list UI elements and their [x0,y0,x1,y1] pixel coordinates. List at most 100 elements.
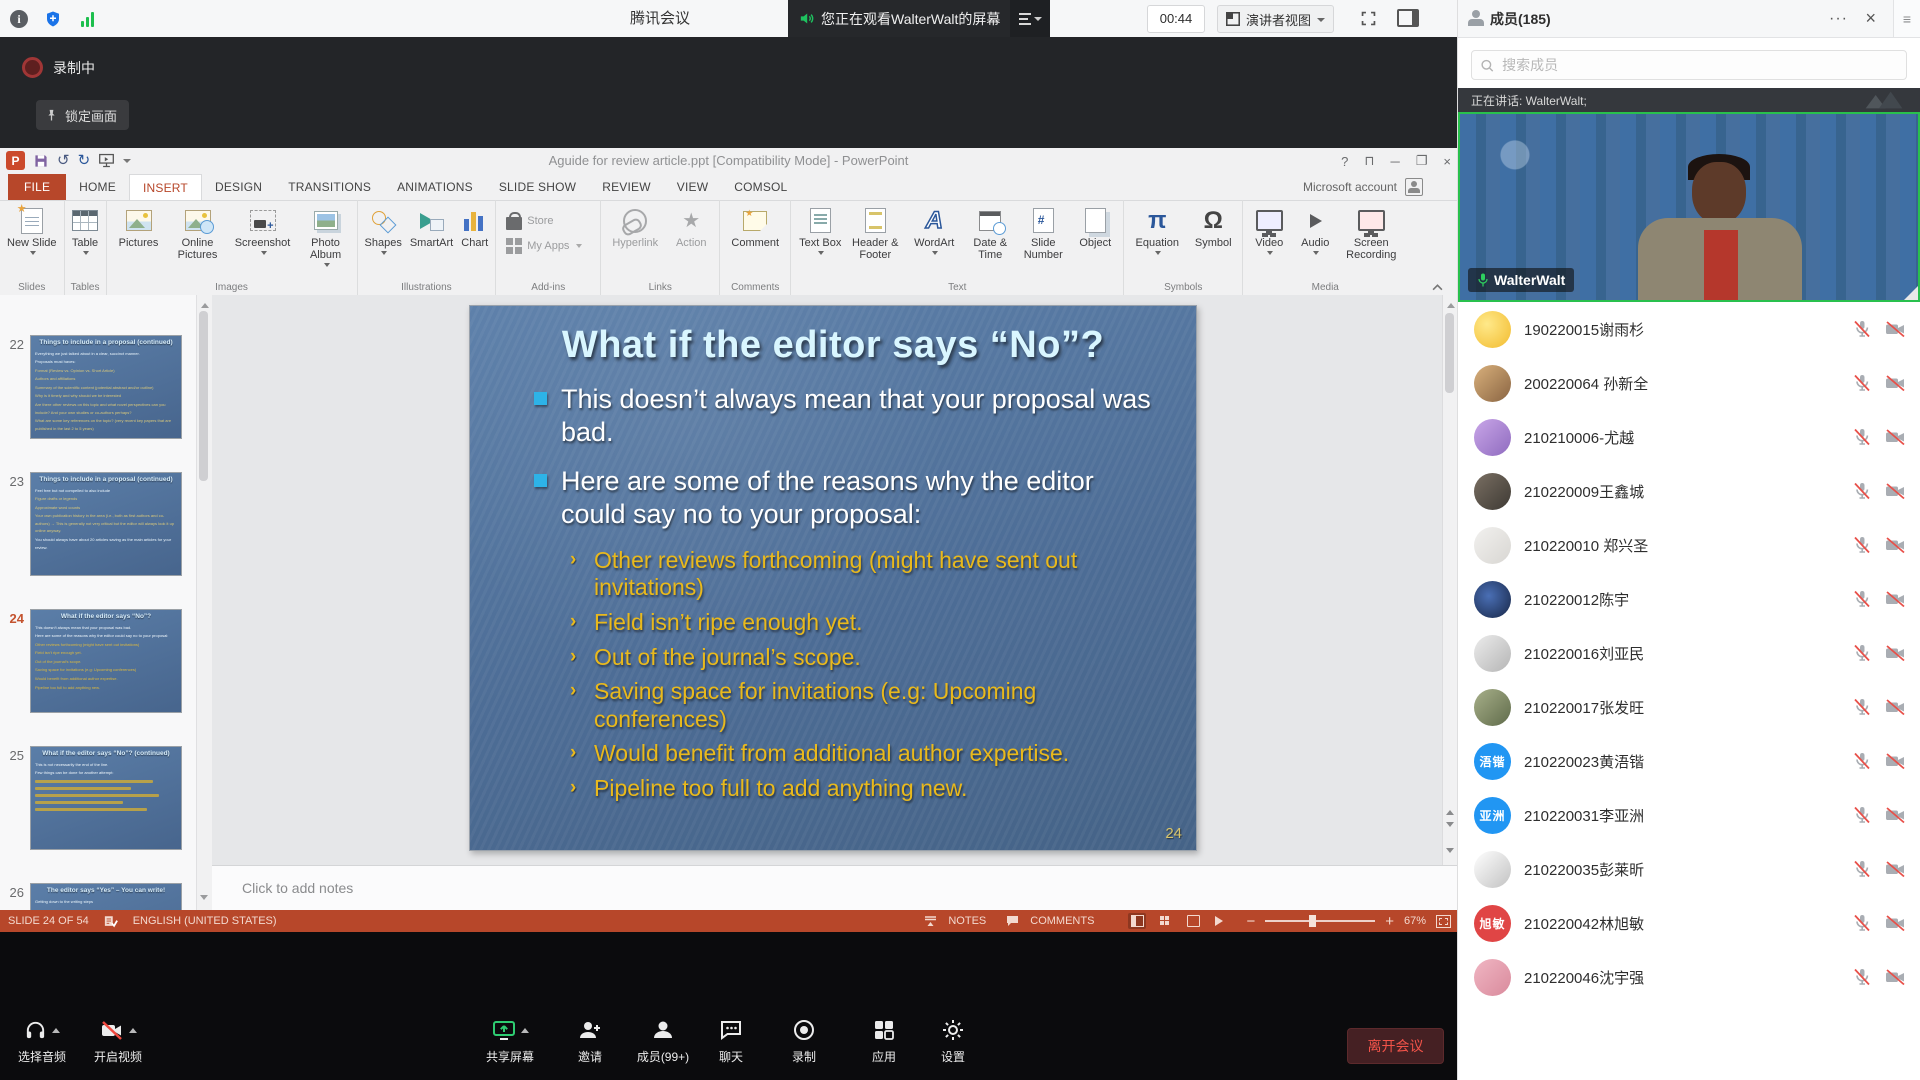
thumbnail-slide-25[interactable]: What if the editor says “No”? (continued… [30,746,182,850]
camera-off-icon[interactable] [1884,535,1906,555]
online-pictures-button[interactable]: Online Pictures [169,204,227,264]
tab-design[interactable]: DESIGN [202,174,275,200]
view-slide-sorter-button[interactable] [1156,913,1174,929]
mic-muted-icon[interactable] [1852,751,1872,771]
camera-off-icon[interactable] [1884,697,1906,717]
mic-muted-icon[interactable] [1852,319,1872,339]
mic-muted-icon[interactable] [1852,697,1872,717]
view-slideshow-button[interactable] [1212,913,1230,929]
camera-off-icon[interactable] [1884,859,1906,879]
toolbar-chat[interactable]: 聊天 [689,1016,773,1065]
toolbar-video[interactable]: 开启视频 [76,1016,160,1065]
member-row[interactable]: 210220046沈宇强 [1458,950,1920,1004]
chevron-up-icon[interactable] [521,1024,529,1033]
member-row[interactable]: 210220012陈宇 [1458,572,1920,626]
member-row[interactable]: 210220017张发旺 [1458,680,1920,734]
close-button[interactable]: × [1443,154,1451,169]
tab-comsol[interactable]: COMSOL [721,174,800,200]
chevron-up-icon[interactable] [129,1024,137,1033]
resize-corner[interactable] [1904,286,1918,300]
mic-muted-icon[interactable] [1852,535,1872,555]
thumbnail-slide-22[interactable]: Things to include in a proposal (continu… [30,335,182,439]
member-row[interactable]: 210220009王鑫城 [1458,464,1920,518]
fullscreen-toggle-button[interactable] [1354,5,1382,31]
member-search-box[interactable] [1471,50,1907,80]
comments-toggle[interactable]: COMMENTS [1030,915,1094,927]
mic-muted-icon[interactable] [1852,643,1872,663]
action-button[interactable]: ★ Action [667,204,715,252]
thumbnail-scrollbar[interactable] [196,295,212,910]
hyperlink-button[interactable]: Hyperlink [605,204,665,252]
tab-file[interactable]: FILE [8,174,66,200]
sidebar-toggle-button[interactable] [1394,5,1422,31]
member-row[interactable]: 210220010 郑兴圣 [1458,518,1920,572]
tab-home[interactable]: HOME [66,174,129,200]
tab-insert[interactable]: INSERT [129,174,202,200]
previous-slide-button[interactable] [1446,806,1454,815]
camera-off-icon[interactable] [1884,373,1906,393]
toolbar-audio[interactable]: 选择音频 [0,1016,84,1065]
toolbar-invite[interactable]: 邀请 [548,1016,632,1065]
member-row[interactable]: 210210006-尤越 [1458,410,1920,464]
minimize-button[interactable]: ─ [1391,154,1400,169]
notes-toggle[interactable]: NOTES [948,915,986,927]
member-row[interactable]: 210220035彭莱昕 [1458,842,1920,896]
mic-muted-icon[interactable] [1852,373,1872,393]
leave-meeting-button[interactable]: 离开会议 [1347,1028,1444,1064]
slide-canvas[interactable]: What if the editor says “No”? This doesn… [469,305,1197,851]
camera-off-icon[interactable] [1884,967,1906,987]
member-row[interactable]: 190220015谢雨杉 [1458,302,1920,356]
symbol-button[interactable]: Ω Symbol [1188,204,1238,252]
scrollbar-thumb[interactable] [199,311,208,481]
zoom-in-button[interactable]: + [1385,913,1394,930]
table-button[interactable]: Table [69,204,102,261]
notes-pane[interactable]: Click to add notes [212,865,1457,911]
date-time-button[interactable]: Date & Time [965,204,1015,264]
scroll-down-arrow[interactable] [200,895,208,904]
network-quality-button[interactable] [74,6,100,32]
thumbnail-slide-23[interactable]: Things to include in a proposal (continu… [30,472,182,576]
camera-off-icon[interactable] [1884,319,1906,339]
zoom-slider-thumb[interactable] [1309,915,1316,927]
speaker-video-tile[interactable]: WalterWalt [1458,112,1920,302]
zoom-percentage[interactable]: 67% [1404,915,1426,927]
camera-off-icon[interactable] [1884,643,1906,663]
screen-share-banner[interactable]: 您正在观看WalterWalt的屏幕 [788,0,1050,37]
thumbnail-slide-24-selected[interactable]: What if the editor says “No”? This doesn… [30,609,182,713]
camera-off-icon[interactable] [1884,805,1906,825]
mic-muted-icon[interactable] [1852,481,1872,501]
language-status[interactable]: ENGLISH (UNITED STATES) [133,915,277,927]
help-button[interactable]: ? [1341,154,1348,169]
chevron-up-icon[interactable] [52,1024,60,1033]
wordart-button[interactable]: A WordArt [905,204,963,261]
equation-button[interactable]: π Equation [1128,204,1186,261]
lock-view-button[interactable]: 锁定画面 [36,100,129,130]
video-button[interactable]: Video [1247,204,1291,261]
tab-view[interactable]: VIEW [664,174,721,200]
security-button[interactable] [40,6,66,32]
zoom-slider[interactable] [1265,920,1375,922]
restore-button[interactable]: ❐ [1416,153,1428,169]
view-mode-select[interactable]: 演讲者视图 [1217,5,1334,33]
audio-button[interactable]: Audio [1293,204,1337,261]
object-button[interactable]: Object [1071,204,1119,252]
meeting-info-button[interactable]: i [6,6,32,32]
collapse-ribbon-button[interactable] [1432,284,1443,291]
member-row[interactable]: 浯锴 210220023黄浯锴 [1458,734,1920,788]
mic-muted-icon[interactable] [1852,805,1872,825]
header-footer-button[interactable]: Header & Footer [847,204,903,264]
toolbar-settings[interactable]: 设置 [911,1016,995,1065]
toolbar-share-screen[interactable]: 共享屏幕 [468,1016,552,1065]
mic-muted-icon[interactable] [1852,967,1872,987]
member-row[interactable]: 亚洲 210220031李亚洲 [1458,788,1920,842]
camera-off-icon[interactable] [1884,589,1906,609]
close-panel-button[interactable]: × [1865,0,1876,37]
scroll-up-arrow[interactable] [201,299,209,308]
store-button[interactable]: Store [500,210,588,232]
photo-album-button[interactable]: Photo Album [299,204,353,273]
comment-button[interactable]: Comment [724,204,786,252]
screen-recording-button[interactable]: Screen Recording [1339,204,1403,264]
camera-off-icon[interactable] [1884,481,1906,501]
ribbon-options-button[interactable]: ⊓ [1364,153,1374,169]
toolbar-record[interactable]: 录制 [762,1016,846,1065]
